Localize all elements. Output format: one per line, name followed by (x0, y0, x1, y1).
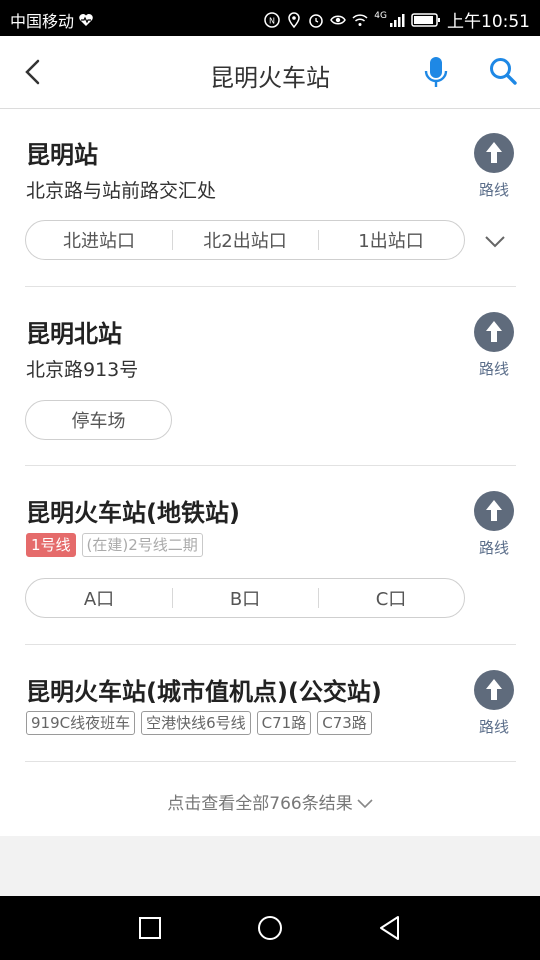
divider (25, 644, 516, 645)
signal-icon (390, 13, 405, 27)
line-tag: 1号线 (26, 533, 76, 557)
header: 昆明火车站 (0, 36, 540, 109)
entrance-tab[interactable]: 北2出站口 (172, 227, 318, 253)
route-button[interactable]: 路线 (472, 133, 516, 200)
microphone-icon[interactable] (424, 56, 448, 90)
route-arrow-icon (474, 491, 514, 531)
route-arrow-icon (474, 133, 514, 173)
carrier-name: 中国移动 (10, 12, 75, 31)
status-bar: 中国移动 N 4G 上午10:51 (0, 0, 540, 36)
subway-line-tags: 1号线 (在建)2号线二期 (26, 533, 203, 557)
entrance-tab[interactable]: 1出站口 (318, 227, 464, 253)
result-title: 昆明火车站(地铁站) (26, 499, 240, 527)
entrance-tab[interactable]: 北进站口 (26, 227, 172, 253)
divider (25, 286, 516, 287)
entrance-tab[interactable]: C口 (318, 585, 464, 611)
line-tag: 919C线夜班车 (26, 711, 136, 735)
recent-apps-icon[interactable] (136, 914, 164, 942)
view-all-results-label: 点击查看全部766条结果 (167, 794, 353, 814)
view-all-results-link[interactable]: 点击查看全部766条结果 (0, 789, 540, 814)
entrance-list: 停车场 (25, 400, 172, 440)
divider (25, 465, 516, 466)
chevron-down-icon[interactable] (484, 235, 506, 249)
chevron-down-icon (357, 799, 373, 809)
bus-line-tags: 919C线夜班车 空港快线6号线 C71路 C73路 (26, 711, 372, 735)
entrance-list: A口 B口 C口 (25, 578, 465, 618)
route-label: 路线 (478, 181, 509, 199)
divider (25, 761, 516, 762)
alarm-icon (309, 13, 324, 28)
search-icon[interactable] (488, 56, 518, 86)
line-tag: C71路 (256, 711, 312, 735)
route-label: 路线 (478, 718, 509, 736)
result-title: 昆明北站 (26, 320, 122, 348)
nfc-icon: N (264, 11, 281, 28)
result-address: 北京路与站前路交汇处 (26, 180, 217, 202)
route-label: 路线 (478, 360, 509, 378)
home-icon[interactable] (256, 914, 284, 942)
line-tag: 空港快线6号线 (141, 711, 251, 735)
location-icon (288, 11, 301, 28)
line-tag: (在建)2号线二期 (81, 533, 203, 557)
route-button[interactable]: 路线 (472, 491, 516, 558)
line-tag: C73路 (317, 711, 372, 735)
navigation-bar (0, 896, 540, 960)
heart-pulse-icon (79, 14, 93, 26)
wifi-icon (352, 13, 368, 26)
entrance-list: 北进站口 北2出站口 1出站口 (25, 220, 465, 260)
entrance-tab[interactable]: B口 (172, 585, 318, 611)
back-nav-icon[interactable] (376, 914, 404, 942)
search-results: 昆明站 北京路与站前路交汇处 路线 北进站口 北2出站口 1出站口 昆明北站 北… (0, 109, 540, 836)
route-label: 路线 (478, 539, 509, 557)
entrance-tab[interactable]: 停车场 (26, 407, 171, 433)
eye-icon (330, 15, 347, 24)
svg-text:N: N (269, 16, 275, 25)
battery-icon (411, 12, 440, 27)
network-type: 4G (374, 10, 387, 21)
clock: 上午10:51 (447, 12, 530, 32)
result-address: 北京路913号 (26, 359, 139, 381)
page-title: 昆明火车站 (210, 64, 330, 92)
result-title: 昆明站 (26, 141, 98, 169)
route-button[interactable]: 路线 (472, 670, 516, 737)
route-arrow-icon (474, 312, 514, 352)
route-button[interactable]: 路线 (472, 312, 516, 379)
entrance-tab[interactable]: A口 (26, 585, 172, 611)
route-arrow-icon (474, 670, 514, 710)
result-title: 昆明火车站(城市值机点)(公交站) (26, 678, 382, 706)
